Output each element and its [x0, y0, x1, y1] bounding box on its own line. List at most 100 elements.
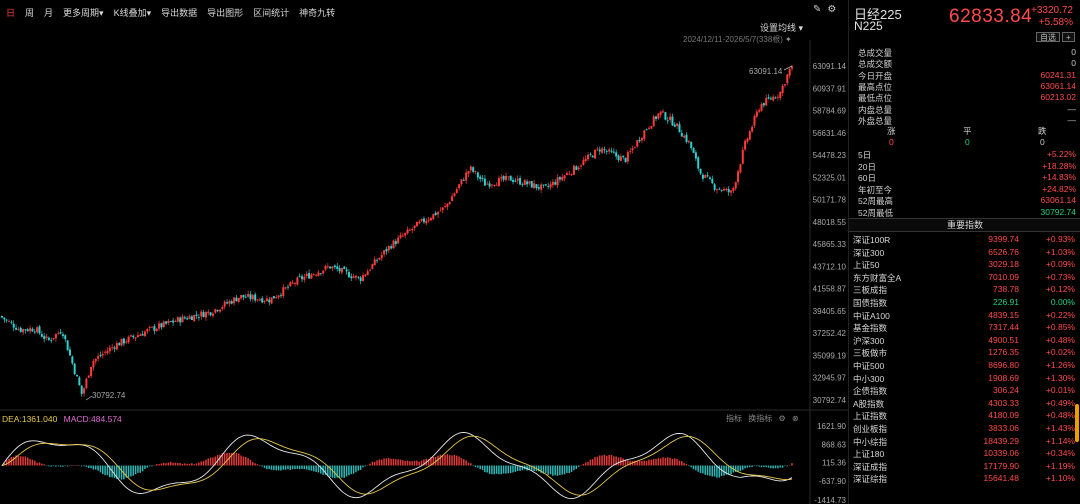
change-percent: +5.58% [1038, 17, 1073, 28]
index-row[interactable]: 深证100R 9399.74 +0.93% [853, 234, 1075, 246]
candle-body [256, 299, 259, 301]
macd-bar [617, 457, 620, 466]
candle-body [505, 175, 508, 180]
index-row[interactable]: 深证300 6526.76 +1.03% [853, 247, 1075, 259]
period-row: 60日 +14.83% [858, 172, 1076, 183]
index-row[interactable]: 中证A100 4839.15 +0.22% [853, 310, 1075, 322]
index-row[interactable]: 国债指数 226.91 0.00% [853, 297, 1075, 309]
index-change: +1.03% [1045, 246, 1075, 257]
stat-row: 总成交量 0 [858, 47, 1076, 58]
candle-body [165, 321, 168, 324]
period-value: 63061.14 [1040, 195, 1076, 205]
plus-button[interactable]: + [1062, 32, 1075, 42]
candle-body [739, 164, 742, 173]
macd-bar [102, 465, 104, 475]
close-icon[interactable]: ⊗ [792, 414, 799, 423]
candle-body [12, 323, 15, 328]
candle-body [392, 240, 395, 249]
candle-body [101, 353, 104, 356]
candle-body [45, 336, 48, 339]
kline-chart[interactable]: 63091.14 60937.91 58784.69 56631.46 54478.23… [0, 0, 848, 504]
macd-bar [695, 465, 697, 471]
stat-row: 总成交额 0 [858, 58, 1076, 69]
candle-body [713, 184, 716, 190]
macd-bar [652, 458, 655, 466]
scrollbar[interactable] [1075, 404, 1079, 442]
index-name: 东方财富全A [853, 272, 902, 283]
macd-bar [441, 455, 444, 466]
macd-bar [343, 465, 345, 478]
candle-body [460, 179, 463, 185]
candle-body [233, 297, 236, 304]
index-row[interactable]: 中小300 1908.69 +1.30% [853, 373, 1075, 385]
index-row[interactable]: 创业板指 3833.06 +1.43% [853, 423, 1075, 435]
index-row[interactable]: 企债指数 306.24 +0.01% [853, 385, 1075, 397]
candle-body [268, 299, 271, 303]
index-row[interactable]: 上证180 10339.06 +0.34% [853, 448, 1075, 460]
candle-body [127, 336, 130, 343]
macd-header: DEA:1361.040 MACD:484.574 [2, 414, 126, 424]
candle-body [364, 274, 367, 277]
index-name: 国债指数 [853, 298, 888, 308]
indicator-button[interactable]: 指标 [726, 414, 742, 423]
candle-body [59, 332, 62, 334]
candle-body [741, 149, 744, 164]
candle-body [5, 319, 8, 321]
index-price: 8696.80 [988, 360, 1019, 370]
candle-body [90, 366, 93, 377]
stat-label: 总成交额 [858, 59, 893, 70]
candle-body [401, 235, 404, 237]
index-row[interactable]: 中证500 8696.80 +1.26% [853, 360, 1075, 372]
candle-body [303, 276, 306, 280]
index-row[interactable]: 三板做市 1276.35 +0.02% [853, 347, 1075, 359]
index-row[interactable]: 中小综指 18439.29 +1.14% [853, 436, 1075, 448]
macd-tick: -1414.73 [814, 496, 846, 504]
index-row[interactable]: 上证指数 4180.09 +0.48% [853, 410, 1075, 422]
candle-body [64, 335, 67, 340]
candle-body [15, 327, 18, 330]
gear-icon[interactable]: ⚙ [778, 414, 785, 423]
macd-bar [148, 465, 151, 467]
index-row[interactable]: 东方财富全A 7010.09 +0.73% [853, 272, 1075, 284]
index-change: +1.14% [1045, 435, 1075, 446]
macd-tick: 1621.90 [817, 422, 846, 431]
candle-body [176, 317, 179, 322]
candle-body [80, 385, 83, 394]
index-change: +0.48% [1045, 334, 1075, 345]
switch-indicator-button[interactable]: 换指标 [748, 414, 772, 423]
price-tick: 58784.69 [813, 107, 847, 116]
candle-body [237, 297, 240, 302]
index-row[interactable]: 上证50 3029.18 +0.09% [853, 259, 1075, 271]
macd-bar [784, 465, 786, 467]
candle-body [523, 180, 526, 185]
period-label: 5日 [858, 150, 872, 160]
macd-bar [362, 465, 364, 468]
dea-value: DEA:1361.040 [2, 414, 58, 424]
candle-body [324, 265, 327, 270]
candle-body [767, 97, 770, 99]
index-row[interactable]: 三板成指 738.78 +0.12% [853, 284, 1075, 296]
macd-bar [237, 453, 240, 466]
candle-body [317, 272, 320, 276]
macd-bar [664, 457, 667, 466]
candle-body [24, 329, 27, 331]
candle-body [73, 363, 76, 375]
candle-body [584, 158, 587, 161]
candlesticks [1, 64, 793, 397]
candle-body [526, 181, 529, 185]
index-row[interactable]: 沪深300 4900.51 +0.48% [853, 335, 1075, 347]
index-row[interactable]: 深证成指 17179.90 +1.19% [853, 461, 1075, 473]
macd-bar [699, 465, 702, 473]
add-watchlist-button[interactable]: 自选 [1036, 32, 1060, 42]
macd-bar [702, 465, 704, 474]
macd-bar [444, 455, 446, 466]
macd-bar [727, 465, 730, 475]
candle-body [455, 189, 458, 193]
candle-body [458, 184, 461, 189]
candle-body [158, 323, 161, 329]
index-row[interactable]: A股指数 4303.33 +0.49% [853, 398, 1075, 410]
index-change: +0.34% [1045, 448, 1075, 459]
macd-bar [779, 465, 781, 468]
index-row[interactable]: 基金指数 7317.44 +0.85% [853, 322, 1075, 334]
index-row[interactable]: 深证综指 15641.48 +1.10% [853, 473, 1075, 485]
